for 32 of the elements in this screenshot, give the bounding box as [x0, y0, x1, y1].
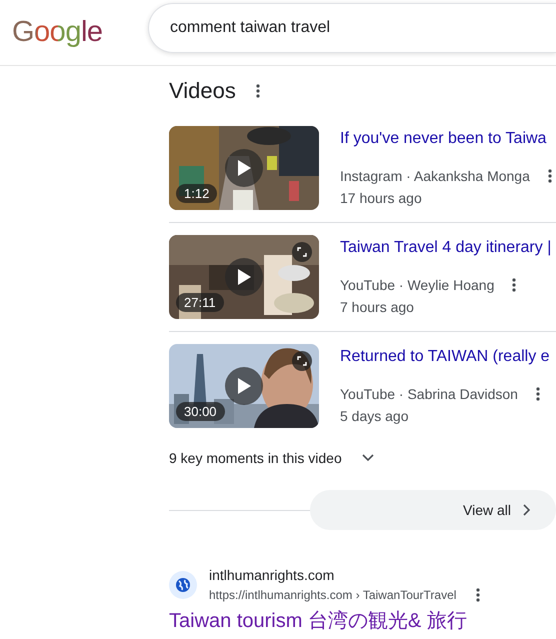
- more-options-icon[interactable]: [536, 387, 540, 401]
- globe-glyph-icon: [175, 577, 191, 593]
- duration-badge: 30:00: [176, 402, 225, 421]
- video-source: YouTube · Weylie Hoang: [340, 276, 494, 295]
- video-age: 17 hours ago: [340, 189, 423, 208]
- chevron-down-icon[interactable]: [362, 454, 374, 462]
- result-url: https://intlhumanrights.com › TaiwanTourTravel: [209, 587, 456, 604]
- play-icon: [237, 269, 251, 285]
- key-moments-label: 9 key moments in this video: [169, 450, 342, 466]
- expand-icon: [297, 247, 307, 257]
- chevron-right-icon: [523, 504, 530, 516]
- duration-badge: 27:11: [176, 293, 224, 312]
- video-title[interactable]: If you've never been to Taiwa: [340, 128, 552, 150]
- video-title[interactable]: Returned to TAIWAN (really e: [340, 346, 550, 368]
- expand-icon: [297, 356, 307, 366]
- more-options-icon[interactable]: [512, 278, 516, 292]
- section-heading: Videos: [169, 78, 236, 104]
- more-options-icon[interactable]: [256, 84, 260, 98]
- play-icon: [237, 378, 251, 394]
- more-options-icon[interactable]: [476, 588, 480, 602]
- more-options-icon[interactable]: [548, 169, 552, 183]
- result-title[interactable]: Taiwan tourism 台湾の観光& 旅行: [169, 607, 467, 635]
- video-title[interactable]: Taiwan Travel 4 day itinerary |: [340, 237, 552, 259]
- video-source: YouTube · Sabrina Davidson: [340, 385, 518, 404]
- site-name: intlhumanrights.com: [209, 566, 336, 585]
- play-icon: [237, 160, 251, 176]
- duration-badge: 1:12: [176, 184, 218, 203]
- video-age: 7 hours ago: [340, 298, 415, 317]
- search-field[interactable]: comment taiwan travel: [148, 2, 556, 52]
- video-age: 5 days ago: [340, 407, 410, 426]
- video-source: Instagram · Aakanksha Monga: [340, 167, 530, 186]
- view-all-button[interactable]: View all: [310, 490, 556, 530]
